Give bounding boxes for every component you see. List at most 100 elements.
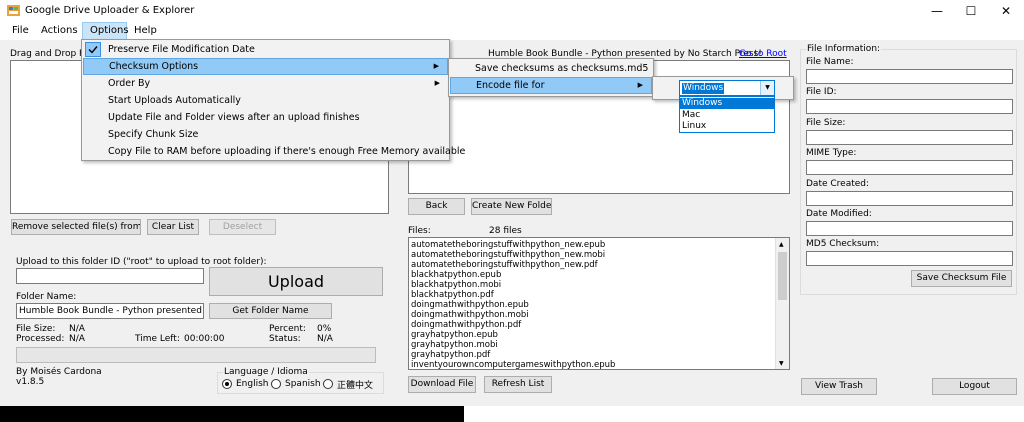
option-chunk-size[interactable]: Specify Chunk Size	[83, 126, 448, 143]
date-modified-field[interactable]	[806, 221, 1013, 236]
date-modified-label: Date Modified:	[806, 209, 872, 219]
file-size-field[interactable]	[806, 130, 1013, 145]
date-created-label: Date Created:	[806, 179, 870, 189]
chinese-label: 正體中文	[337, 381, 374, 391]
file-list-item[interactable]: grayhatpython.pdf	[411, 350, 615, 360]
time-left-label: Time Left:	[135, 334, 180, 344]
files-label: Files:	[408, 226, 431, 236]
mime-type-field[interactable]	[806, 160, 1013, 175]
option-order-by-label: Order By	[108, 78, 151, 89]
encode-option-mac[interactable]: Mac	[680, 110, 774, 121]
upload-button[interactable]: Upload	[209, 267, 383, 296]
scroll-thumb[interactable]	[778, 252, 787, 300]
encode-select[interactable]: Windows ▼	[679, 80, 775, 96]
radio-spanish[interactable]	[271, 379, 281, 389]
save-checksum-button[interactable]: Save Checksum File	[911, 270, 1012, 287]
file-size-label: File Size:	[16, 324, 56, 334]
status-strip	[464, 406, 1024, 422]
file-id-field[interactable]	[806, 99, 1013, 114]
submenu-save-checksums-label: Save checksums as checksums.md5	[475, 63, 649, 74]
view-trash-button[interactable]: View Trash	[801, 378, 877, 395]
file-list-item[interactable]: automatetheboringstuffwithpython_new.epu…	[411, 240, 615, 250]
english-label: English	[236, 379, 269, 389]
encode-option-windows[interactable]: Windows	[680, 98, 774, 109]
menu-actions[interactable]: Actions	[34, 22, 85, 40]
go-to-root-link[interactable]: Go to Root	[739, 49, 787, 59]
option-update-views[interactable]: Update File and Folder views after an up…	[83, 109, 448, 126]
percent-label: Percent:	[269, 324, 306, 334]
file-list-item[interactable]: doingmathwithpython.mobi	[411, 310, 615, 320]
submenu-arrow-icon: ▶	[637, 81, 643, 89]
minimize-icon[interactable]: —	[920, 0, 954, 22]
files-scrollbar[interactable]: ▲ ▼	[775, 238, 789, 369]
back-button[interactable]: Back	[408, 198, 465, 215]
file-list-item[interactable]: blackhatpython.mobi	[411, 280, 615, 290]
file-name-label: File Name:	[806, 57, 854, 67]
option-copy-ram-label: Copy File to RAM before uploading if the…	[108, 146, 466, 157]
file-list-item[interactable]: automatetheboringstuffwithpython_new.mob…	[411, 250, 615, 260]
maximize-icon[interactable]: ☐	[954, 0, 988, 22]
md5-label: MD5 Checksum:	[806, 239, 880, 249]
app-icon	[7, 5, 20, 16]
window-title: Google Drive Uploader & Explorer	[25, 5, 195, 16]
md5-field[interactable]	[806, 251, 1013, 266]
file-name-field[interactable]	[806, 69, 1013, 84]
upload-progress-bar	[16, 347, 376, 363]
option-start-auto[interactable]: Start Uploads Automatically	[83, 92, 448, 109]
time-left-value: 00:00:00	[184, 334, 225, 344]
file-size-info-label: File Size:	[806, 118, 846, 128]
radio-chinese[interactable]	[323, 379, 333, 389]
option-checksum-label: Checksum Options	[109, 61, 199, 72]
menu-help[interactable]: Help	[127, 22, 164, 40]
file-list-item[interactable]: grayhatpython.mobi	[411, 340, 615, 350]
close-icon[interactable]: ✕	[989, 0, 1023, 22]
remove-files-button[interactable]: Remove selected file(s) from list	[11, 219, 141, 235]
menu-file[interactable]: File	[5, 22, 36, 40]
encode-option-linux[interactable]: Linux	[680, 121, 774, 132]
option-preserve-date[interactable]: Preserve File Modification Date	[83, 41, 448, 58]
processed-value: N/A	[69, 334, 85, 344]
checksum-submenu: Save checksums as checksums.md5 Encode f…	[448, 58, 654, 97]
file-list-item[interactable]: grayhatpython.epub	[411, 330, 615, 340]
file-list-item[interactable]: blackhatpython.epub	[411, 270, 615, 280]
file-list-item[interactable]: inventyourowncomputergameswithpython.epu…	[411, 360, 615, 369]
option-start-auto-label: Start Uploads Automatically	[108, 95, 241, 106]
clear-list-button[interactable]: Clear List	[147, 219, 199, 235]
status-label: Status:	[269, 334, 301, 344]
deselect-button[interactable]: Deselect	[209, 219, 276, 235]
create-folder-button[interactable]: Create New Folder	[471, 198, 552, 215]
download-file-button[interactable]: Download File	[408, 376, 476, 393]
folder-name-field[interactable]: Humble Book Bundle - Python presented by…	[16, 303, 204, 319]
get-folder-name-button[interactable]: Get Folder Name	[209, 303, 332, 319]
option-checksum[interactable]: Checksum Options ▶	[83, 58, 448, 75]
file-list-item[interactable]: blackhatpython.pdf	[411, 290, 615, 300]
percent-value: 0%	[317, 324, 332, 334]
file-list-item[interactable]: automatetheboringstuffwithpython_new.pdf	[411, 260, 615, 270]
submenu-encode-file[interactable]: Encode file for ▶	[450, 77, 652, 94]
file-list-item[interactable]: doingmathwithpython.epub	[411, 300, 615, 310]
refresh-list-button[interactable]: Refresh List	[484, 376, 552, 393]
radio-english[interactable]	[222, 379, 232, 389]
language-label: Language / Idioma	[223, 367, 309, 377]
submenu-encode-file-label: Encode file for	[476, 80, 545, 91]
option-copy-ram[interactable]: Copy File to RAM before uploading if the…	[83, 143, 465, 160]
file-id-label: File ID:	[806, 87, 837, 97]
file-list-item[interactable]: doingmathwithpython.pdf	[411, 320, 615, 330]
submenu-arrow-icon: ▶	[433, 62, 439, 70]
status-value: N/A	[317, 334, 333, 344]
version-label: v1.8.5	[16, 377, 45, 387]
menu-bar: File Actions Options Help	[0, 22, 1024, 40]
chevron-down-icon[interactable]: ▼	[760, 81, 774, 95]
logout-button[interactable]: Logout	[932, 378, 1017, 395]
files-count: 28 files	[489, 226, 522, 236]
date-created-field[interactable]	[806, 191, 1013, 206]
menu-options[interactable]: Options	[82, 22, 129, 40]
upload-folder-label: Upload to this folder ID ("root" to uplo…	[16, 257, 267, 267]
upload-folder-input[interactable]	[16, 268, 204, 284]
spanish-label: Spanish	[285, 379, 321, 389]
scroll-up-icon[interactable]: ▲	[779, 241, 784, 248]
files-list[interactable]: automatetheboringstuffwithpython_new.epu…	[408, 237, 790, 370]
option-order-by[interactable]: Order By ▶	[83, 75, 448, 92]
submenu-save-checksums[interactable]: Save checksums as checksums.md5	[450, 60, 652, 77]
scroll-down-icon[interactable]: ▼	[779, 360, 784, 367]
